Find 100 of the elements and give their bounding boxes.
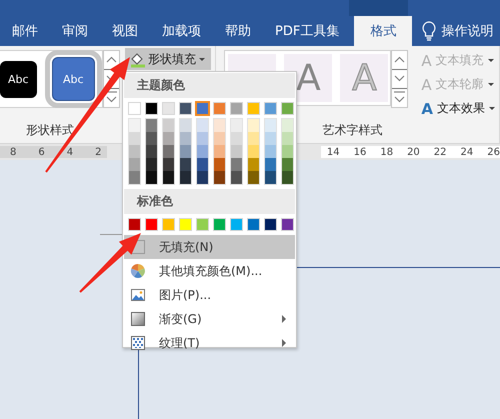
color-swatch[interactable]: [163, 119, 174, 132]
text-format-button[interactable]: A 文本效果: [417, 98, 499, 119]
shape-style-preview[interactable]: Abc: [0, 60, 37, 98]
menu-item[interactable]: 图片(P)...: [124, 283, 295, 307]
color-swatch[interactable]: [196, 218, 209, 231]
color-swatch[interactable]: [163, 171, 174, 184]
color-swatch[interactable]: [180, 132, 191, 145]
color-swatch[interactable]: [248, 145, 259, 158]
color-swatch[interactable]: [214, 171, 225, 184]
color-swatch[interactable]: [146, 132, 157, 145]
color-swatch[interactable]: [213, 102, 226, 115]
color-swatch[interactable]: [180, 145, 191, 158]
color-swatch[interactable]: [231, 119, 242, 132]
color-swatch[interactable]: [265, 145, 276, 158]
color-wheel-icon: [130, 263, 146, 279]
color-swatch[interactable]: [180, 158, 191, 171]
annotation-arrow: [79, 233, 141, 293]
color-swatch[interactable]: [145, 102, 158, 115]
color-swatch[interactable]: [247, 102, 260, 115]
color-swatch[interactable]: [265, 158, 276, 171]
color-swatch[interactable]: [265, 132, 276, 145]
color-swatch[interactable]: [231, 158, 242, 171]
color-swatch[interactable]: [146, 158, 157, 171]
color-swatch[interactable]: [145, 218, 158, 231]
color-swatch[interactable]: [213, 218, 226, 231]
color-swatch[interactable]: [231, 171, 242, 184]
color-swatch[interactable]: [281, 102, 294, 115]
color-swatch[interactable]: [265, 171, 276, 184]
color-swatch[interactable]: [230, 102, 243, 115]
color-swatch[interactable]: [265, 119, 276, 132]
color-swatch[interactable]: [129, 158, 140, 171]
color-swatch[interactable]: [179, 218, 192, 231]
ruler-number: 22: [434, 146, 447, 158]
paint-bucket-icon: [129, 50, 145, 68]
ribbon-tab[interactable]: 格式: [354, 16, 412, 46]
color-swatch[interactable]: [248, 119, 259, 132]
color-swatch[interactable]: [196, 102, 209, 115]
color-swatch[interactable]: [264, 102, 277, 115]
menu-item[interactable]: 无填充(N): [124, 235, 295, 259]
guide-line: [100, 234, 124, 235]
lightbulb-icon[interactable]: [422, 21, 436, 41]
ribbon-tab[interactable]: 帮助: [213, 16, 263, 46]
group-label: 艺术字样式: [322, 122, 382, 139]
color-swatch[interactable]: [197, 145, 208, 158]
color-swatch[interactable]: [129, 132, 140, 145]
color-swatch[interactable]: [214, 119, 225, 132]
color-swatch[interactable]: [163, 145, 174, 158]
color-swatch[interactable]: [197, 132, 208, 145]
color-swatch[interactable]: [197, 171, 208, 184]
color-swatch[interactable]: [129, 145, 140, 158]
color-swatch[interactable]: [179, 102, 192, 115]
color-swatch[interactable]: [230, 218, 243, 231]
ruler-number: 14: [326, 146, 340, 158]
color-swatch[interactable]: [281, 218, 294, 231]
color-swatch[interactable]: [282, 145, 293, 158]
color-swatch[interactable]: [231, 132, 242, 145]
color-swatch[interactable]: [163, 132, 174, 145]
color-swatch[interactable]: [282, 132, 293, 145]
color-swatch[interactable]: [214, 132, 225, 145]
color-swatch[interactable]: [180, 119, 191, 132]
color-swatch[interactable]: [248, 132, 259, 145]
color-swatch[interactable]: [214, 145, 225, 158]
color-swatch[interactable]: [248, 171, 259, 184]
color-swatch[interactable]: [282, 119, 293, 132]
ribbon-tab[interactable]: 视图: [100, 16, 150, 46]
search-field[interactable]: 操作说明: [436, 16, 500, 46]
ribbon-tab[interactable]: 加载项: [150, 16, 213, 46]
color-swatch[interactable]: [248, 158, 259, 171]
color-swatch[interactable]: [264, 218, 277, 231]
picture-icon: [130, 287, 146, 303]
color-swatch[interactable]: [163, 158, 174, 171]
ribbon-tab[interactable]: 邮件: [0, 16, 50, 46]
color-swatch[interactable]: [197, 158, 208, 171]
color-swatch[interactable]: [231, 145, 242, 158]
shape-fill-button[interactable]: 形状填充: [125, 48, 211, 70]
menu-item[interactable]: 其他填充颜色(M)...: [124, 259, 295, 283]
color-swatch[interactable]: [282, 171, 293, 184]
color-swatch[interactable]: [247, 218, 260, 231]
menu-section-header: 主题颜色: [124, 73, 295, 98]
color-swatch[interactable]: [197, 119, 208, 132]
menu-item[interactable]: 纹理(T): [124, 331, 295, 355]
ribbon-tab[interactable]: PDF工具集: [263, 16, 352, 46]
ribbon-tab[interactable]: 审阅: [50, 16, 100, 46]
color-swatch[interactable]: [282, 158, 293, 171]
color-swatch[interactable]: [146, 119, 157, 132]
color-swatch[interactable]: [129, 171, 140, 184]
color-swatch[interactable]: [162, 102, 175, 115]
color-swatch[interactable]: [180, 171, 191, 184]
color-swatch[interactable]: [129, 119, 140, 132]
color-swatch[interactable]: [128, 102, 141, 115]
color-swatch[interactable]: [128, 218, 141, 231]
menu-item[interactable]: 渐变(G): [124, 307, 295, 331]
ruler-number: 26: [487, 146, 500, 158]
contextual-tab-header: [349, 0, 408, 16]
color-swatch[interactable]: [162, 218, 175, 231]
color-swatch[interactable]: [146, 145, 157, 158]
caret-icon: [488, 83, 494, 86]
ruler-number: 18: [380, 146, 394, 158]
color-swatch[interactable]: [214, 158, 225, 171]
color-swatch[interactable]: [146, 171, 157, 184]
